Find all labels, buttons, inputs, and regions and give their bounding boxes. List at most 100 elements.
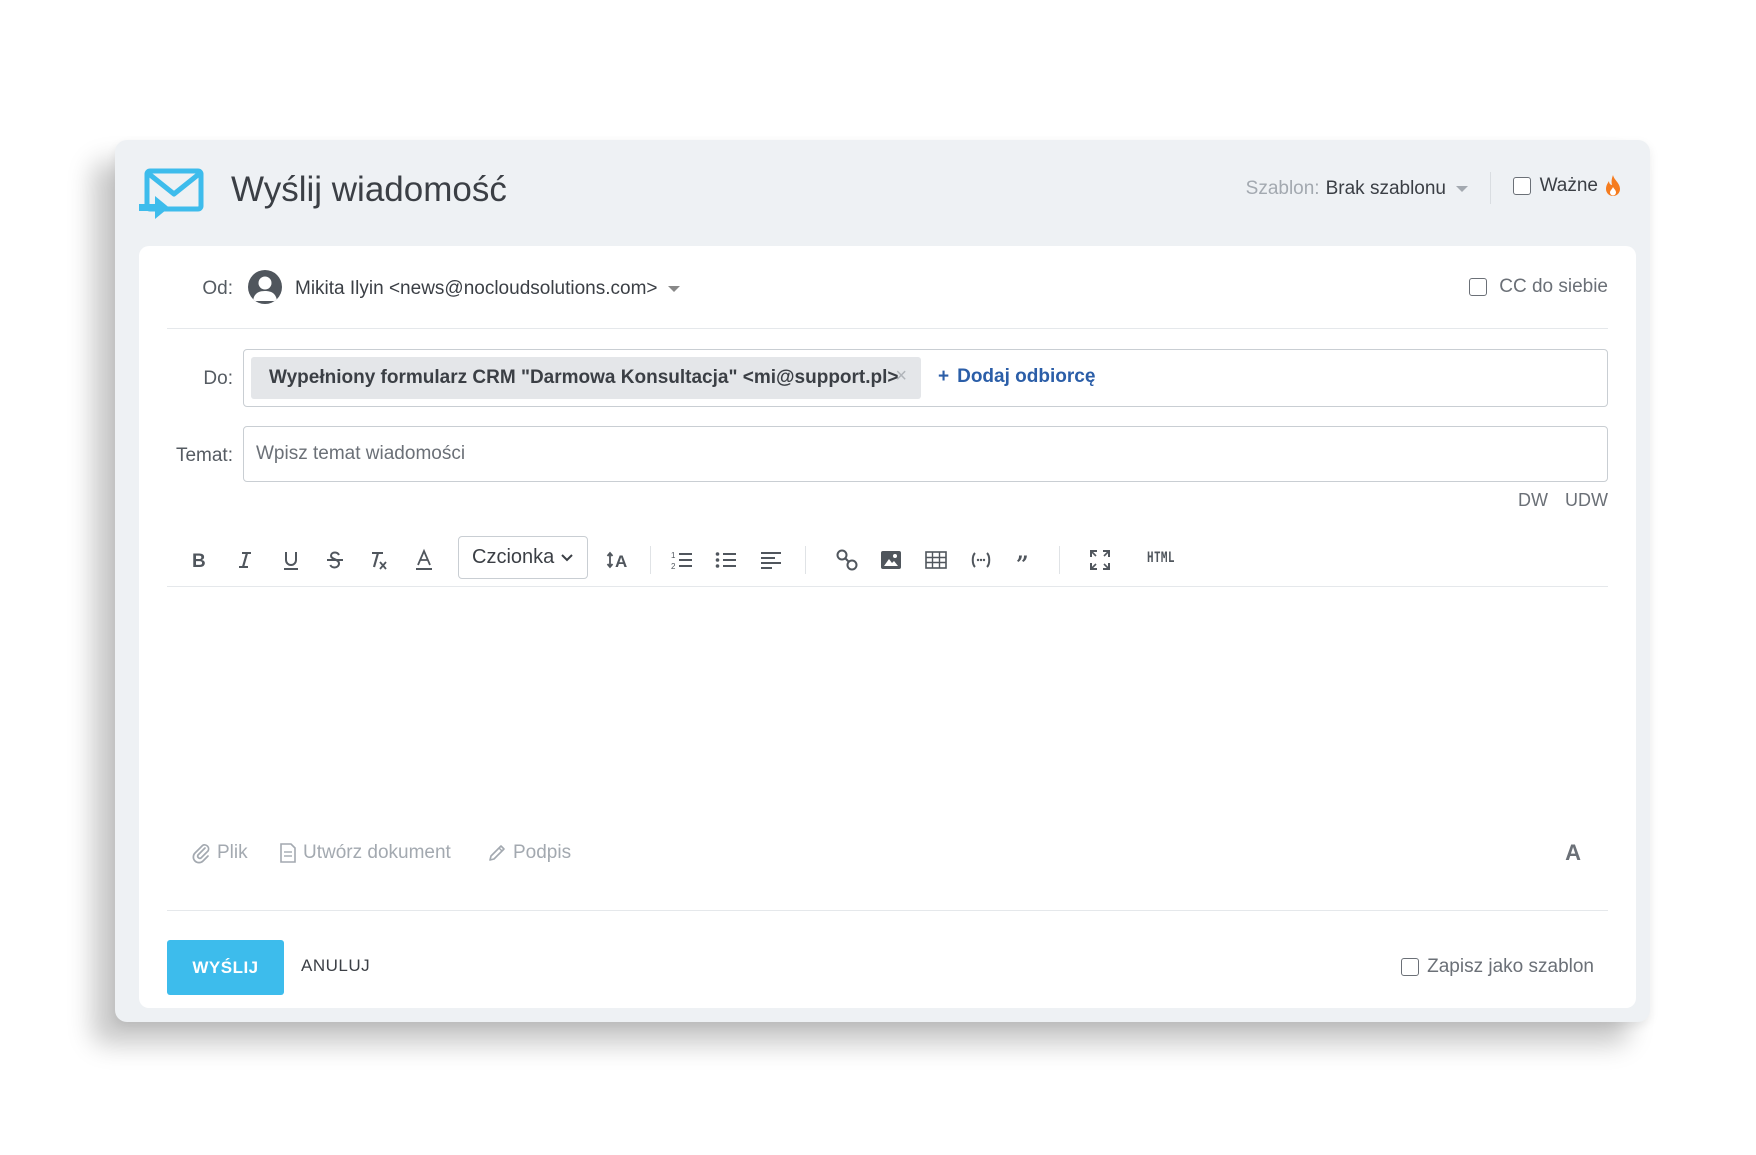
from-label: Od: — [202, 278, 233, 299]
document-icon — [280, 843, 296, 863]
text-color-button[interactable] — [406, 542, 442, 578]
svg-text:1: 1 — [671, 551, 676, 560]
svg-text:”: ” — [1016, 552, 1029, 572]
bold-button[interactable]: B — [181, 542, 217, 578]
recipient-chip[interactable]: Wypełniony formularz CRM "Darmowa Konsul… — [251, 357, 921, 399]
divider — [167, 910, 1608, 911]
user-icon — [253, 276, 277, 301]
caret-down-icon — [1456, 185, 1468, 192]
font-select-label: Czcionka — [472, 546, 555, 568]
subject-label: Temat: — [175, 445, 233, 466]
cancel-button[interactable]: ANULUJ — [301, 956, 370, 976]
remove-recipient-icon[interactable]: × — [895, 365, 907, 388]
chevron-down-icon — [561, 553, 573, 561]
signature-label: Podpis — [513, 842, 572, 863]
bullet-list-button[interactable] — [708, 542, 744, 578]
table-button[interactable] — [918, 542, 954, 578]
image-button[interactable] — [873, 542, 909, 578]
signature-button[interactable]: Podpis — [487, 842, 571, 864]
fullscreen-icon — [1090, 550, 1110, 570]
divider — [1490, 172, 1491, 204]
svg-text:A: A — [615, 552, 627, 571]
template-value: Brak szablonu — [1325, 178, 1446, 199]
plus-icon: + — [938, 366, 950, 387]
send-button[interactable]: WYŚLIJ — [167, 940, 284, 995]
font-toggle-button[interactable]: A — [1565, 840, 1581, 866]
dw-link[interactable]: DW — [1518, 490, 1548, 511]
create-document-button[interactable]: Utwórz dokument — [279, 842, 451, 864]
mail-send-icon — [139, 168, 204, 219]
font-select[interactable]: Czcionka — [458, 536, 588, 579]
from-row: Od: Mikita Ilyin <news@nocloudsolutions.… — [139, 246, 1636, 328]
cc-self-checkbox[interactable] — [1469, 278, 1488, 296]
fullscreen-button[interactable] — [1082, 542, 1118, 578]
save-as-template-checkbox[interactable] — [1401, 958, 1420, 976]
create-document-label: Utwórz dokument — [303, 842, 451, 863]
page-title: Wyślij wiadomość — [231, 170, 507, 209]
save-as-template-label: Zapisz jako szablon — [1427, 956, 1594, 977]
clear-format-button[interactable] — [361, 542, 397, 578]
bullet-list-icon — [715, 552, 736, 568]
text-color-icon — [416, 548, 432, 570]
divider — [805, 546, 806, 574]
recipients-field[interactable]: Wypełniony formularz CRM "Darmowa Konsul… — [243, 349, 1608, 407]
caret-down-icon — [667, 285, 680, 292]
align-button[interactable] — [753, 542, 789, 578]
attach-file-button[interactable]: Plik — [191, 842, 248, 864]
italic-icon — [239, 552, 251, 568]
attach-file-label: Plik — [217, 842, 248, 863]
important-checkbox[interactable] — [1512, 177, 1531, 195]
from-selector[interactable]: Mikita Ilyin <news@nocloudsolutions.com> — [295, 278, 680, 300]
template-label: Szablon: — [1245, 178, 1320, 199]
from-value: Mikita Ilyin <news@nocloudsolutions.com> — [295, 278, 658, 299]
align-left-icon — [761, 552, 781, 569]
important-label: Ważne — [1539, 175, 1598, 196]
ordered-list-icon: 12 — [671, 551, 692, 571]
avatar — [248, 270, 282, 304]
save-as-template-toggle[interactable]: Zapisz jako szablon — [1401, 956, 1594, 978]
editor-toolbar: B Czcionka A 1 2 ” HTML — [167, 536, 1608, 584]
ordered-list-button[interactable]: 12 — [664, 542, 700, 578]
send-message-dialog: Wyślij wiadomość Szablon: Brak szablonu W… — [115, 140, 1650, 1022]
add-recipient-link[interactable]: + Dodaj odbiorcę — [938, 366, 1095, 388]
important-toggle[interactable]: Ważne — [1512, 174, 1622, 198]
bold-icon: B — [192, 551, 206, 572]
quote-icon: ” — [1016, 552, 1029, 572]
divider — [167, 328, 1608, 329]
add-recipient-label: Dodaj odbiorcę — [957, 366, 1096, 387]
message-form: Od: Mikita Ilyin <news@nocloudsolutions.… — [139, 246, 1636, 1008]
code-icon — [971, 552, 991, 568]
image-icon — [881, 551, 901, 569]
clear-format-icon — [372, 552, 387, 570]
html-source-button[interactable]: HTML — [1147, 550, 1175, 566]
template-selector[interactable]: Szablon: Brak szablonu — [1246, 178, 1468, 200]
font-size-icon: A — [606, 551, 627, 571]
cc-self-label: CC do siebie — [1499, 276, 1608, 297]
svg-text:B: B — [192, 551, 206, 572]
udw-link[interactable]: UDW — [1565, 490, 1608, 511]
link-button[interactable] — [829, 542, 865, 578]
table-icon — [925, 551, 947, 569]
message-editor[interactable] — [167, 596, 1608, 816]
code-button[interactable] — [963, 542, 999, 578]
subject-input[interactable] — [243, 426, 1608, 482]
link-icon — [836, 549, 858, 571]
svg-text:2: 2 — [671, 562, 676, 571]
divider — [650, 546, 651, 574]
pencil-icon — [489, 845, 505, 861]
divider — [1059, 546, 1060, 574]
font-size-button[interactable]: A — [600, 542, 636, 578]
recipient-text: Wypełniony formularz CRM "Darmowa Konsul… — [269, 367, 899, 388]
blockquote-button[interactable]: ” — [1007, 542, 1043, 578]
divider — [167, 586, 1608, 587]
strikethrough-button[interactable] — [317, 542, 353, 578]
paperclip-icon — [192, 844, 210, 864]
underline-icon — [284, 552, 298, 570]
italic-button[interactable] — [227, 542, 263, 578]
flame-icon — [1606, 175, 1620, 196]
strikethrough-icon — [327, 551, 343, 569]
to-label: Do: — [203, 368, 233, 389]
underline-button[interactable] — [273, 542, 309, 578]
dialog-header: Wyślij wiadomość Szablon: Brak szablonu W… — [115, 140, 1650, 246]
cc-self-toggle[interactable]: CC do siebie — [1469, 276, 1608, 298]
